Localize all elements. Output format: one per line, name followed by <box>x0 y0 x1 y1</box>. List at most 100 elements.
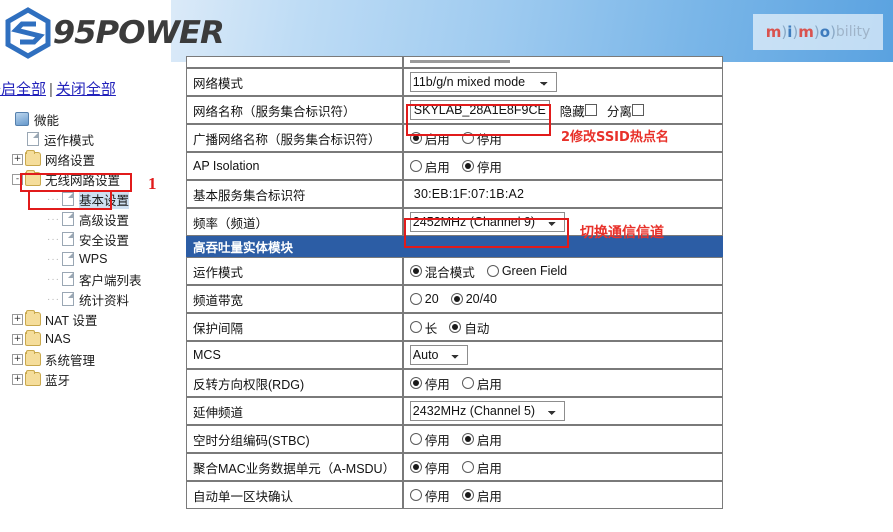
radio-selected-icon[interactable] <box>461 433 474 445</box>
select-5[interactable]: 2452MHz (Channel 9) <box>409 212 565 232</box>
radio-selected-icon[interactable] <box>449 321 462 333</box>
select-10[interactable]: Auto <box>409 345 468 365</box>
radio-option[interactable]: 启用 <box>461 486 502 505</box>
radio-option[interactable]: 长 <box>409 318 438 337</box>
row-value-cell: 混合模式 Green Field <box>402 257 723 285</box>
tree-item-1[interactable]: 运作模式 <box>0 129 171 149</box>
row-label-cell <box>186 56 403 68</box>
tree-item-6[interactable]: ··· 安全设置 <box>0 229 171 249</box>
tree-item-9[interactable]: ··· 统计资料 <box>0 289 171 309</box>
tree-item-8[interactable]: ··· 客户端列表 <box>0 269 171 289</box>
radio-label: 20 <box>424 292 439 306</box>
select-12[interactable]: 2432MHz (Channel 5) <box>409 401 565 421</box>
tree-item-13[interactable]: + 蓝牙 <box>0 369 171 389</box>
radio-option[interactable]: 停用 <box>461 129 502 148</box>
tree-item-label: 蓝牙 <box>45 373 71 388</box>
radio-unselected-icon[interactable] <box>409 489 422 501</box>
expand-icon[interactable]: + <box>12 313 23 325</box>
radio-option[interactable]: 20 <box>409 292 439 306</box>
radio-label: 启用 <box>424 132 450 147</box>
radio-selected-icon[interactable] <box>409 265 422 277</box>
radio-option[interactable]: 停用 <box>409 374 450 393</box>
radio-label: 20/40 <box>465 292 497 306</box>
ssid-row: 隐藏 分离 <box>409 100 716 120</box>
radio-unselected-icon[interactable] <box>409 321 422 333</box>
radio-unselected-icon[interactable] <box>461 132 474 144</box>
radio-label: 启用 <box>476 433 502 448</box>
radio-unselected-icon[interactable] <box>409 160 422 172</box>
radio-option[interactable]: 启用 <box>461 430 502 449</box>
tree-item-0[interactable]: 微能 <box>0 109 171 129</box>
radio-option[interactable]: 启用 <box>409 157 450 176</box>
collapse-icon[interactable]: - <box>12 173 23 185</box>
radio-label: 停用 <box>424 377 450 392</box>
radio-selected-icon[interactable] <box>409 132 422 144</box>
radio-option[interactable]: 停用 <box>409 430 450 449</box>
radio-unselected-icon[interactable] <box>461 377 474 389</box>
row-label: 广播网络名称（服务集合标识符） <box>186 124 403 152</box>
row-value-cell: 停用 启用 <box>402 481 723 509</box>
tree-item-label: 系统管理 <box>45 353 96 368</box>
expand-all-link[interactable]: 开启全部 <box>0 81 46 98</box>
radio-option[interactable]: 停用 <box>409 458 450 477</box>
isolate-checkbox[interactable] <box>631 103 644 116</box>
radio-selected-icon[interactable] <box>461 489 474 501</box>
radio-option[interactable]: 20/40 <box>450 292 497 306</box>
radio-option[interactable]: 启用 <box>461 458 502 477</box>
tree-item-label: NAS <box>45 332 71 346</box>
tree-item-2[interactable]: + 网络设置 <box>0 149 171 169</box>
tree-item-7[interactable]: ··· WPS <box>0 249 171 269</box>
radio-group-7: 混合模式 Green Field <box>409 262 716 281</box>
radio-option[interactable]: Green Field <box>486 264 568 278</box>
radio-option[interactable]: 自动 <box>449 318 489 337</box>
radio-selected-icon[interactable] <box>450 293 463 305</box>
radio-unselected-icon[interactable] <box>409 293 422 305</box>
radio-option[interactable]: 停用 <box>461 157 502 176</box>
radio-option[interactable]: 启用 <box>461 374 502 393</box>
table-row: 网络名称（服务集合标识符） 隐藏 分离 <box>186 96 723 124</box>
tree-item-11[interactable]: + NAS <box>0 329 171 349</box>
expand-icon[interactable]: + <box>12 333 23 345</box>
doc-icon <box>62 212 74 226</box>
radio-option[interactable]: 停用 <box>409 486 450 505</box>
expand-icon[interactable]: + <box>12 153 23 165</box>
select-0[interactable]: 11b/g/n mixed mode <box>409 72 557 92</box>
cut-off-control <box>409 59 510 63</box>
radio-selected-icon[interactable] <box>461 160 474 172</box>
expand-icon[interactable]: + <box>12 353 23 365</box>
tree-item-10[interactable]: + NAT 设置 <box>0 309 171 329</box>
collapse-all-link[interactable]: 关闭全部 <box>56 81 116 98</box>
radio-label: Green Field <box>501 264 568 278</box>
folder-icon <box>25 310 41 326</box>
tree-item-label: 基本设置 <box>79 189 130 209</box>
radio-unselected-icon[interactable] <box>409 433 422 445</box>
root-icon <box>15 112 29 126</box>
radio-option[interactable]: 混合模式 <box>409 262 475 281</box>
row-label: MCS <box>186 341 403 369</box>
tree-item-5[interactable]: ··· 高级设置 <box>0 209 171 229</box>
hide-checkbox[interactable] <box>584 103 597 116</box>
row-value-cell: 停用 启用 <box>402 425 723 453</box>
radio-group-8: 20 20/40 <box>409 292 716 306</box>
tree-item-label: 统计资料 <box>79 293 130 308</box>
expand-icon[interactable]: + <box>12 373 23 385</box>
radio-label: 长 <box>424 321 438 336</box>
radio-selected-icon[interactable] <box>409 377 422 389</box>
radio-unselected-icon[interactable] <box>486 265 499 277</box>
radio-group-11: 停用 启用 <box>409 374 716 393</box>
annotation-ssid-note: 2修改SSID热点名 <box>561 130 669 145</box>
tree-item-3[interactable]: - 无线网路设置 <box>0 169 171 189</box>
row-value-cell: 停用 启用 <box>402 453 723 481</box>
radio-selected-icon[interactable] <box>409 461 422 473</box>
link-separator: | <box>49 81 53 98</box>
tree-item-label: 客户端列表 <box>79 273 142 288</box>
mimobility-logo: m) i) m) o) bility <box>753 14 883 50</box>
tree-item-12[interactable]: + 系统管理 <box>0 349 171 369</box>
tree-connector: ··· <box>47 293 60 305</box>
tree-item-4[interactable]: ··· 基本设置 <box>0 189 171 209</box>
radio-unselected-icon[interactable] <box>461 461 474 473</box>
ssid-input[interactable] <box>409 100 550 120</box>
radio-option[interactable]: 启用 <box>409 129 450 148</box>
radio-label: 自动 <box>464 321 490 336</box>
